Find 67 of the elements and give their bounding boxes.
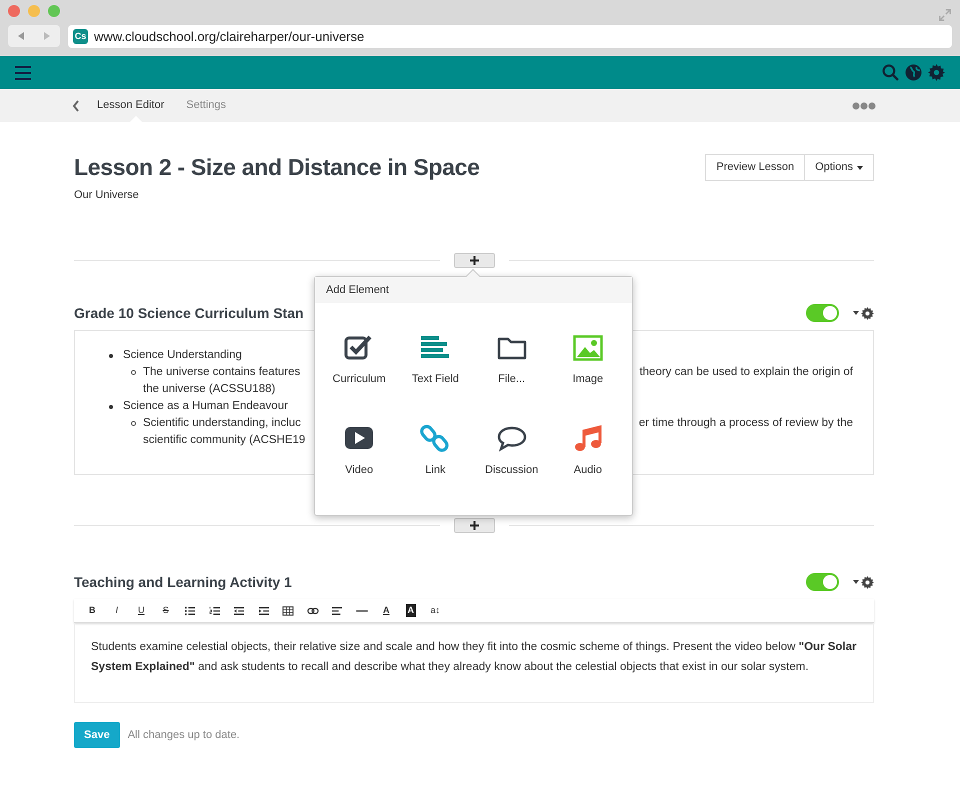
section-title: Grade 10 Science Curriculum Stan <box>74 304 305 322</box>
element-option[interactable]: Video <box>321 424 398 478</box>
toggle-switch[interactable] <box>806 304 839 322</box>
list-item-text: The universe contains features <box>143 365 300 380</box>
plus-icon <box>470 256 478 264</box>
toolbar-button[interactable]: U <box>129 600 154 620</box>
music-note-icon <box>572 424 603 452</box>
site-logo: Cs <box>73 29 88 44</box>
search-icon[interactable] <box>882 64 899 81</box>
bullet <box>131 370 136 375</box>
bulleted-list-icon <box>184 606 196 616</box>
globe-icon[interactable] <box>905 64 922 81</box>
toolbar-button[interactable]: a↕ <box>423 600 448 620</box>
link-icon <box>306 606 319 616</box>
back-chevron-icon[interactable] <box>72 100 80 112</box>
toolbar-button[interactable]: A <box>398 600 423 620</box>
image-icon <box>572 333 603 361</box>
element-option[interactable]: Link <box>397 424 474 478</box>
chain-link-icon <box>420 424 450 452</box>
element-option[interactable]: Audio <box>550 424 626 478</box>
bullet <box>131 421 136 426</box>
list-item-text: Science as a Human Endeavour <box>123 399 288 414</box>
popup-title: Add Element <box>315 277 632 303</box>
list-item-text: theory can be used to explain the origin of <box>639 365 853 380</box>
toolbar-button[interactable]: B <box>80 600 104 620</box>
bullet <box>109 404 113 408</box>
editor-text: Students examine celestial objects, their relative size and scale and how they fit into the cosmic scheme of things. Present the video below "Our Solar System Explained" and ask students to recall and describe what they already know about the celestial objects that exist in our solar system. <box>91 640 857 675</box>
element-option[interactable]: Image <box>550 333 626 388</box>
caret-icon[interactable] <box>853 311 859 315</box>
outdent-icon <box>233 606 246 616</box>
element-option[interactable]: Discussion <box>474 424 550 478</box>
numbered-list-icon <box>208 606 221 616</box>
bullet <box>109 354 113 358</box>
caret-icon[interactable] <box>853 580 859 584</box>
text-editor[interactable] <box>74 623 874 703</box>
toolbar-button[interactable]: A <box>374 600 398 620</box>
list-item-text: Scientific understanding, incluc <box>143 416 301 431</box>
menu-icon[interactable] <box>15 66 31 80</box>
list-item-text: scientific community (ACSHE19 <box>143 433 306 448</box>
tab[interactable]: Lesson Editor <box>97 89 164 122</box>
preview-button[interactable]: Preview Lesson <box>705 154 806 181</box>
settings-icon[interactable] <box>861 306 874 320</box>
align-left-icon <box>331 606 344 616</box>
element-option[interactable]: File... <box>474 333 550 388</box>
settings-icon[interactable] <box>861 576 874 588</box>
settings-icon[interactable] <box>928 64 945 81</box>
more-icon[interactable] <box>852 102 876 110</box>
lesson-subtitle: Our Universe <box>74 188 140 203</box>
text-lines-icon <box>420 333 450 361</box>
options-button[interactable]: Options <box>805 154 874 181</box>
checkbox-icon <box>344 333 374 361</box>
list-item-text: the universe (ACSSU188) <box>143 382 276 397</box>
address-bar[interactable]: Cs www.cloudschool.org/claireharper/our-universe <box>68 25 952 48</box>
plus-icon <box>470 520 478 530</box>
lesson-title: Lesson 2 - Size and Distance in Space <box>74 153 481 182</box>
indent-icon <box>258 606 270 616</box>
table-icon <box>282 606 294 616</box>
element-option[interactable]: Text Field <box>397 333 474 388</box>
list-item-text: Science Understanding <box>123 348 242 363</box>
toolbar-button[interactable]: I <box>104 600 129 620</box>
section-title: Teaching and Learning Activity 1 <box>74 572 293 592</box>
element-option[interactable]: Curriculum <box>321 333 398 388</box>
toggle-switch[interactable] <box>806 573 839 591</box>
save-status: All changes up to date. <box>128 728 240 743</box>
caret-icon <box>857 166 863 170</box>
list-item-text: er time through a process of review by the <box>638 416 853 431</box>
toolbar-button[interactable]: S <box>154 600 178 620</box>
